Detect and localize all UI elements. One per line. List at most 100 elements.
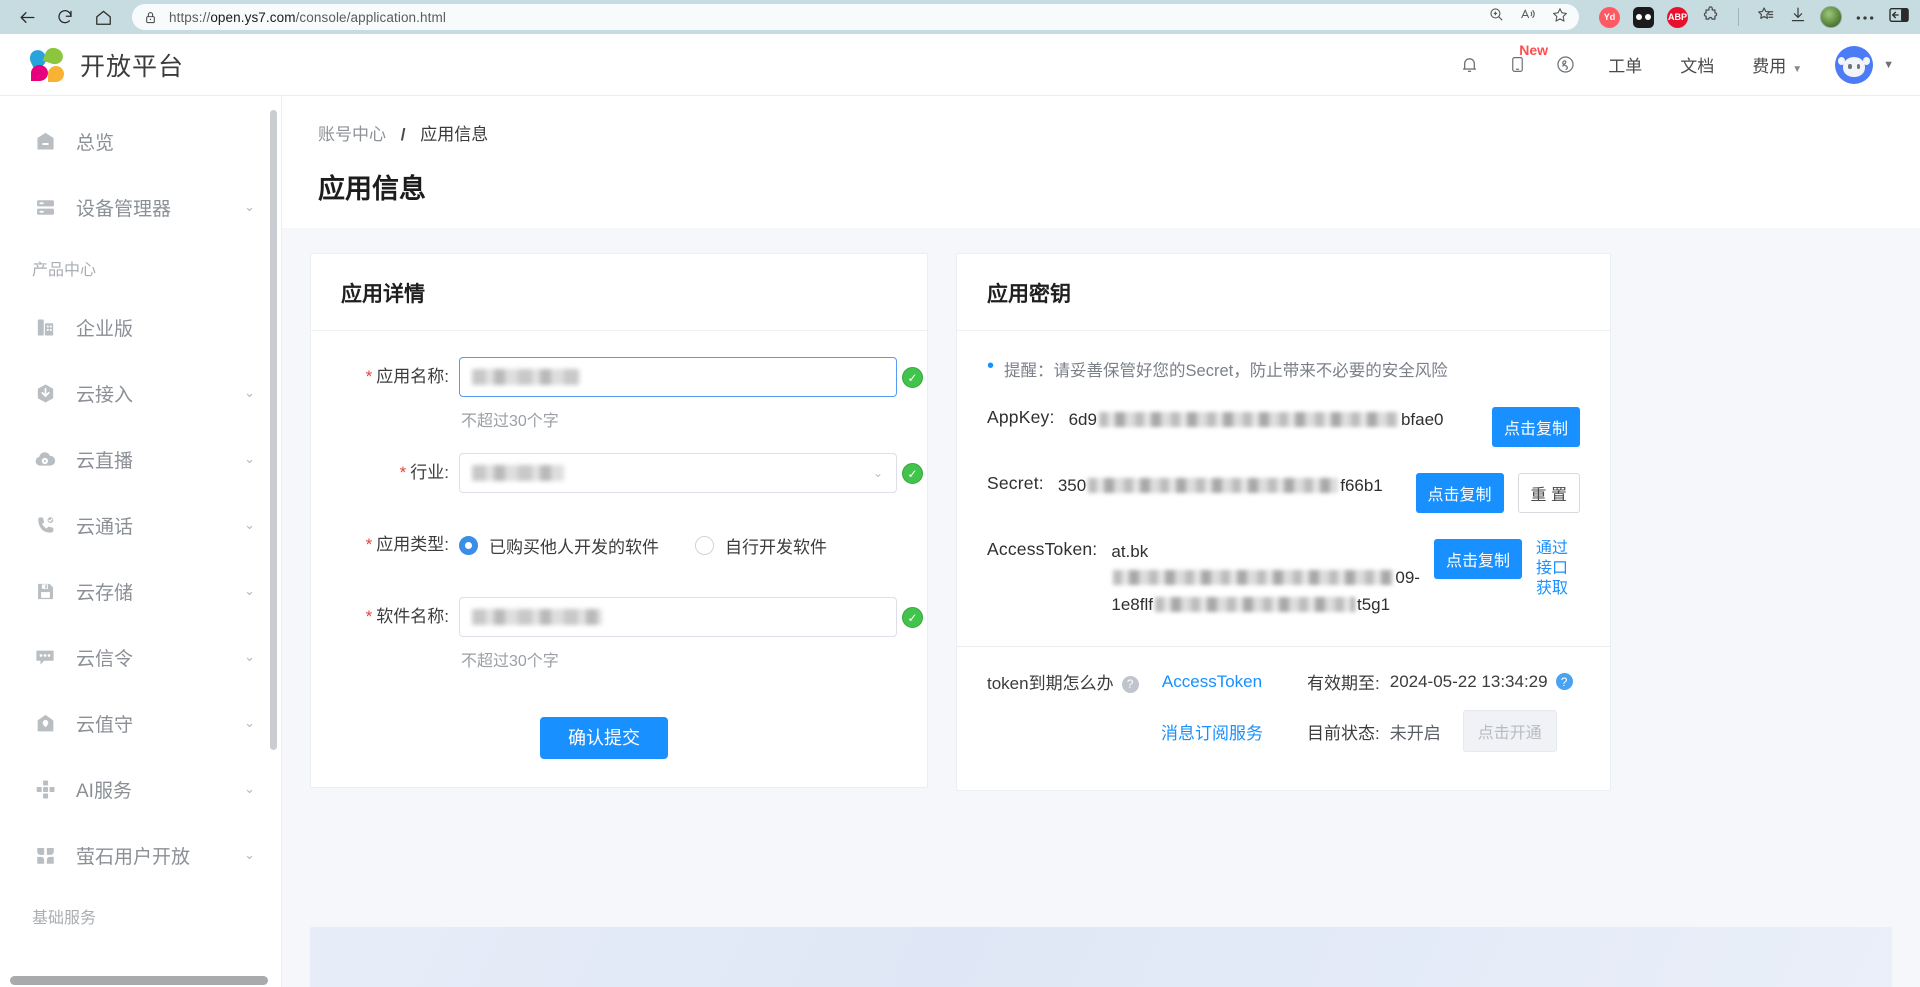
header-nav: New 工单 文档 费用▼ ▼ <box>1445 41 1894 89</box>
masked-value <box>1088 478 1338 493</box>
subscribe-service-link[interactable]: 消息订阅服务 <box>1127 719 1297 744</box>
back-arrow-icon[interactable] <box>10 3 44 31</box>
valid-check-icon: ✓ <box>902 607 923 628</box>
breadcrumb-parent[interactable]: 账号中心 <box>318 125 386 144</box>
required-marker: * <box>400 463 407 482</box>
appkey-value: 6d9bfae0 <box>1069 407 1478 433</box>
star-icon[interactable] <box>1551 6 1569 29</box>
extensions-area: Yd ABP <box>1591 5 1910 30</box>
url-text: https://open.ys7.com/console/application… <box>169 10 1480 25</box>
copy-secret-button[interactable]: 点击复制 <box>1416 473 1504 513</box>
zoom-in-icon[interactable] <box>1488 6 1505 28</box>
device-manager-icon <box>32 194 58 220</box>
sidebar-item-overview[interactable]: 总览 <box>0 108 281 174</box>
brand[interactable]: 开放平台 <box>30 46 184 84</box>
row-accesstoken: AccessToken: at.bk09- 1e8flft5g1 点击复制 通过… <box>987 539 1580 618</box>
app-detail-form: *应用名称: ✓ 不超过30个字 *行业: <box>311 331 927 759</box>
secret-label: Secret: <box>987 473 1044 494</box>
sidebar-item-cloud-access[interactable]: 云接入 ⌄ <box>0 360 281 426</box>
submit-button[interactable]: 确认提交 <box>540 717 668 759</box>
sidebar-item-label: 萤石用户开放 <box>76 842 244 869</box>
sidebar-item-label: 设备管理器 <box>76 194 244 221</box>
reload-icon[interactable] <box>48 3 82 31</box>
sidebar-group-basic: 基础服务 <box>0 888 281 942</box>
radio-purchased-software[interactable]: 已购买他人开发的软件 <box>459 533 659 558</box>
sidebar-item-label: 云存储 <box>76 578 244 605</box>
chevron-down-icon: ▼ <box>1792 64 1802 75</box>
get-token-via-api-link[interactable]: 通过接口获取 <box>1536 539 1580 599</box>
app-name-hint: 不超过30个字 <box>459 397 897 445</box>
overview-icon <box>32 128 58 154</box>
copy-appkey-button[interactable]: 点击复制 <box>1492 407 1580 447</box>
avatar[interactable] <box>1835 46 1873 84</box>
radio-label: 自行开发软件 <box>725 533 827 558</box>
sidebar-item-cloud-call[interactable]: 云通话 ⌄ <box>0 492 281 558</box>
radio-label: 已购买他人开发的软件 <box>489 533 659 558</box>
user-menu-chevron-down-icon[interactable]: ▼ <box>1883 59 1894 71</box>
adblock-plus-extension-icon[interactable]: ABP <box>1667 7 1688 28</box>
activate-button[interactable]: 点击开通 <box>1463 710 1557 752</box>
radio-self-developed-software[interactable]: 自行开发软件 <box>695 533 827 558</box>
extensions-puzzle-icon[interactable] <box>1701 5 1721 30</box>
chevron-down-icon: ⌄ <box>244 715 255 731</box>
sidebar-item-ezviz-user[interactable]: 萤石用户开放 ⌄ <box>0 822 281 888</box>
sidebar-item-cloud-signal[interactable]: 云信令 ⌄ <box>0 624 281 690</box>
accesstoken-link[interactable]: AccessToken <box>1127 672 1297 692</box>
read-aloud-icon[interactable] <box>1519 6 1537 28</box>
dots-extension-icon[interactable] <box>1633 7 1654 28</box>
nav-link-tickets[interactable]: 工单 <box>1589 52 1661 77</box>
horizontal-scrollbar[interactable] <box>10 976 268 985</box>
accesstoken-label: AccessToken: <box>987 539 1097 560</box>
sidebar-item-device-manager[interactable]: 设备管理器 ⌄ <box>0 174 281 240</box>
app-secret-title: 应用密钥 <box>957 254 1610 331</box>
valid-check-icon: ✓ <box>902 463 923 484</box>
radio-dot <box>695 536 714 555</box>
industry-select[interactable]: ⌄ <box>459 453 897 493</box>
reset-secret-button[interactable]: 重 置 <box>1518 473 1580 513</box>
chevron-down-icon: ⌄ <box>244 649 255 665</box>
browser-toolbar: https://open.ys7.com/console/application… <box>0 0 1920 34</box>
browser-profile-avatar[interactable] <box>1820 6 1842 28</box>
cloud-signal-icon <box>32 644 58 670</box>
appkey-label: AppKey: <box>987 407 1055 428</box>
sidebar-item-label: 云接入 <box>76 380 244 407</box>
software-name-input[interactable] <box>459 597 897 637</box>
toolbar-divider <box>1738 8 1739 26</box>
sidebar-item-ai-service[interactable]: AI服务 ⌄ <box>0 756 281 822</box>
row-secret: Secret: 350f66b1 点击复制 重 置 <box>987 473 1580 513</box>
nav-link-docs[interactable]: 文档 <box>1661 52 1733 77</box>
sidebar-item-label: 云通话 <box>76 512 244 539</box>
sidebar-item-cloud-live[interactable]: 云直播 ⌄ <box>0 426 281 492</box>
copy-accesstoken-button[interactable]: 点击复制 <box>1434 539 1522 579</box>
sidebar-item-enterprise[interactable]: 企业版 <box>0 294 281 360</box>
nav-link-billing[interactable]: 费用▼ <box>1733 52 1821 77</box>
wechat-mini-program-icon[interactable] <box>1541 41 1589 89</box>
sidebar-item-cloud-storage[interactable]: 云存储 ⌄ <box>0 558 281 624</box>
footer-row-subscription: 消息订阅服务 目前状态: 未开启 点击开通 <box>987 710 1580 752</box>
chevron-down-icon: ⌄ <box>244 451 255 467</box>
sidebar-item-cloud-guard[interactable]: 云值守 ⌄ <box>0 690 281 756</box>
software-name-label: *软件名称: <box>311 597 459 637</box>
masked-value <box>472 609 602 625</box>
field-app-name: *应用名称: ✓ 不超过30个字 <box>311 357 897 445</box>
split-screen-icon[interactable] <box>1888 6 1910 29</box>
content-area: 应用详情 *应用名称: ✓ 不超过30个字 <box>282 228 1920 987</box>
chevron-down-icon: ⌄ <box>244 199 255 215</box>
yandex-extension-icon[interactable]: Yd <box>1599 7 1620 28</box>
home-icon[interactable] <box>86 3 120 31</box>
chevron-down-icon: ⌄ <box>244 583 255 599</box>
valid-until-help-icon[interactable]: ? <box>1556 673 1573 690</box>
notification-bell-icon[interactable] <box>1445 41 1493 89</box>
sidebar-scrollbar-thumb[interactable] <box>270 110 277 750</box>
brand-name: 开放平台 <box>80 47 184 83</box>
download-icon[interactable] <box>1789 5 1807 29</box>
address-bar[interactable]: https://open.ys7.com/console/application… <box>132 4 1579 30</box>
cloud-access-icon <box>32 380 58 406</box>
collections-icon[interactable] <box>1756 5 1776 29</box>
app-name-input[interactable] <box>459 357 897 397</box>
mobile-app-icon[interactable]: New <box>1493 41 1541 89</box>
sidebar-item-label: AI服务 <box>76 776 244 803</box>
more-options-icon[interactable] <box>1855 8 1875 26</box>
lock-icon <box>144 10 157 25</box>
breadcrumb-separator: / <box>401 125 406 144</box>
